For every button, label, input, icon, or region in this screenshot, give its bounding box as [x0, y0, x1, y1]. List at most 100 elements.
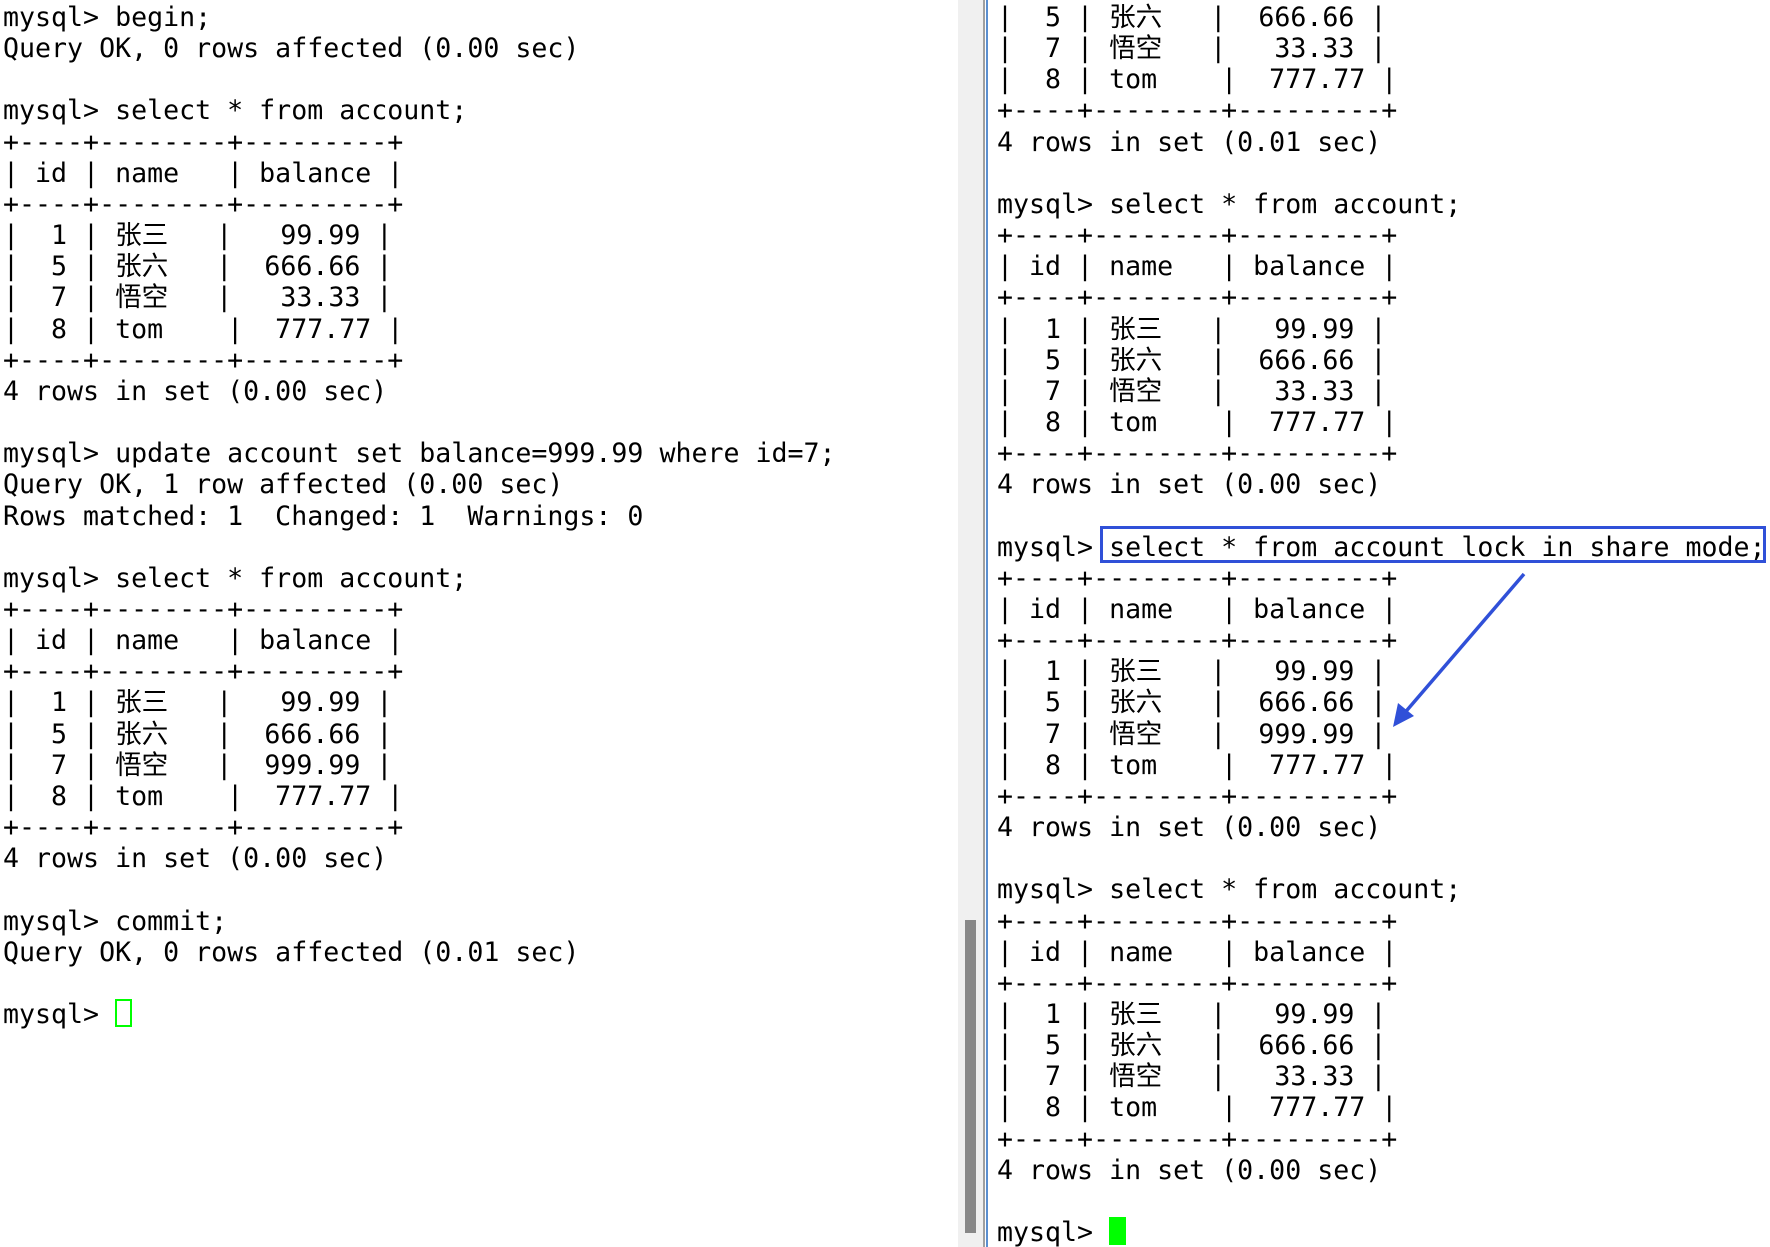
terminal-line-text: 4 rows in set (0.01 sec) — [997, 126, 1382, 158]
terminal-line: | id | name | balance | — [3, 625, 836, 656]
terminal-line-text: mysql> select * from account; — [3, 95, 468, 127]
terminal-line-text: | 1 | 张三 | 99.99 | — [997, 656, 1387, 688]
terminal-line-text: +----+--------+---------+ — [3, 593, 404, 625]
terminal-line: Rows matched: 1 Changed: 1 Warnings: 0 — [3, 501, 836, 532]
terminal-line-text: Rows matched: 1 Changed: 1 Warnings: 0 — [3, 500, 644, 532]
terminal-line: | 1 | 张三 | 99.99 | — [3, 220, 836, 251]
terminal-pane-left[interactable]: mysql> begin; Query OK, 0 rows affected (… — [0, 0, 958, 1247]
terminal-line-text: | 8 | tom | 777.77 | — [997, 1092, 1398, 1124]
terminal-line: | 7 | 悟空 | 999.99 | — [997, 719, 1766, 750]
terminal-line: +----+--------+---------+ — [3, 345, 836, 376]
terminal-line: Query OK, 0 rows affected (0.00 sec) — [3, 33, 836, 64]
terminal-line: Query OK, 1 row affected (0.00 sec) — [3, 469, 836, 500]
terminal-line: mysql> select * from account; — [997, 874, 1766, 905]
terminal-line: +----+--------+---------+ — [997, 781, 1766, 812]
terminal-line-text: 4 rows in set (0.00 sec) — [997, 812, 1382, 844]
terminal-line: +----+--------+---------+ — [997, 563, 1766, 594]
terminal-pane-right[interactable]: | 5 | 张六 | 666.66 | | 7 | 悟空 | 33.33 | | 8… — [988, 0, 1770, 1247]
terminal-line: +----+--------+---------+ — [3, 127, 836, 158]
terminal-line-text: | 1 | 张三 | 99.99 | — [3, 220, 393, 252]
terminal-line-text: mysql> select * from account; — [997, 874, 1462, 906]
terminal-line-text: mysql> select * from account; — [3, 562, 468, 594]
terminal-line-text: +----+--------+---------+ — [3, 656, 404, 688]
terminal-line: +----+--------+---------+ — [3, 594, 836, 625]
terminal-line: | 7 | 悟空 | 999.99 | — [3, 750, 836, 781]
terminal-line-text: | 8 | tom | 777.77 | — [997, 64, 1398, 96]
pane-divider[interactable] — [983, 0, 985, 1247]
terminal-line: 4 rows in set (0.00 sec) — [3, 376, 836, 407]
terminal-line-text: +----+--------+---------+ — [997, 282, 1398, 314]
terminal-line: | 1 | 张三 | 99.99 | — [997, 656, 1766, 687]
terminal-line: | 7 | 悟空 | 33.33 | — [997, 376, 1766, 407]
terminal-line: | 7 | 悟空 | 33.33 | — [997, 1061, 1766, 1092]
terminal-line: 4 rows in set (0.00 sec) — [997, 469, 1766, 500]
terminal-line: | 1 | 张三 | 99.99 | — [997, 999, 1766, 1030]
terminal-line: | id | name | balance | — [3, 158, 836, 189]
terminal-line: | 7 | 悟空 | 33.33 | — [997, 33, 1766, 64]
terminal-line: 4 rows in set (0.00 sec) — [997, 812, 1766, 843]
terminal-line-text: +----+--------+---------+ — [3, 126, 404, 158]
terminal-line: | 8 | tom | 777.77 | — [997, 407, 1766, 438]
cursor — [115, 999, 132, 1027]
terminal-line-text: 4 rows in set (0.00 sec) — [3, 843, 388, 875]
terminal-line-text: | 7 | 悟空 | 33.33 | — [997, 33, 1387, 65]
terminal-line: 4 rows in set (0.00 sec) — [3, 843, 836, 874]
scrollbar-thumb[interactable] — [965, 920, 976, 1233]
scrollbar[interactable] — [958, 0, 983, 1247]
terminal-line: mysql> select * from account; — [997, 189, 1766, 220]
terminal-line-text: +----+--------+---------+ — [997, 905, 1398, 937]
terminal-line: 4 rows in set (0.01 sec) — [997, 127, 1766, 158]
terminal-line-text: | 7 | 悟空 | 999.99 | — [997, 718, 1387, 750]
terminal-line: +----+--------+---------+ — [997, 282, 1766, 313]
terminal-line-text: Query OK, 0 rows affected (0.00 sec) — [3, 33, 580, 65]
terminal-line: +----+--------+---------+ — [997, 906, 1766, 937]
terminal-line: +----+--------+---------+ — [997, 438, 1766, 469]
terminal-line-text: | 1 | 张三 | 99.99 | — [997, 999, 1387, 1030]
terminal-line-text: | id | name | balance | — [3, 625, 404, 657]
terminal-line-text: +----+--------+---------+ — [997, 95, 1398, 127]
terminal-line-text: | 8 | tom | 777.77 | — [997, 749, 1398, 781]
terminal-line-text: +----+--------+---------+ — [3, 812, 404, 844]
terminal-line-text: | 5 | 张六 | 666.66 | — [3, 718, 393, 750]
terminal-line-text: Query OK, 0 rows affected (0.01 sec) — [3, 936, 580, 968]
terminal-line-text: | 7 | 悟空 | 33.33 | — [997, 375, 1387, 407]
terminal-line-text: | 8 | tom | 777.77 | — [3, 313, 404, 345]
command-highlight-box — [1100, 526, 1766, 563]
terminal-line: | 1 | 张三 | 99.99 | — [997, 314, 1766, 345]
terminal-line-text: | 1 | 张三 | 99.99 | — [997, 313, 1387, 345]
terminal-line: | 8 | tom | 777.77 | — [997, 1092, 1766, 1123]
terminal-line: mysql> — [997, 1217, 1766, 1247]
terminal-line-text: mysql> update account set balance=999.99… — [3, 438, 836, 470]
terminal-line-text: +----+--------+---------+ — [997, 220, 1398, 252]
terminal-line: Query OK, 0 rows affected (0.01 sec) — [3, 937, 836, 968]
terminal-line-text: +----+--------+---------+ — [997, 780, 1398, 812]
terminal-line-text: +----+--------+---------+ — [997, 438, 1398, 470]
terminal-line-text: mysql> begin; — [3, 2, 212, 33]
terminal-line-text: | id | name | balance | — [3, 157, 404, 189]
terminal-line: | 5 | 张六 | 666.66 | — [3, 251, 836, 282]
terminal-line: +----+--------+---------+ — [3, 189, 836, 220]
terminal-line-text: | 5 | 张六 | 666.66 | — [997, 1030, 1387, 1062]
terminal-line: mysql> begin; — [3, 2, 836, 33]
terminal-line: | 5 | 张六 | 666.66 | — [997, 687, 1766, 718]
terminal-line-text: +----+--------+---------+ — [997, 625, 1398, 657]
terminal-line-text: mysql> — [3, 999, 116, 1030]
terminal-line-text: +----+--------+---------+ — [997, 562, 1398, 594]
terminal-line: | id | name | balance | — [997, 937, 1766, 968]
terminal-line-text: | 8 | tom | 777.77 | — [3, 780, 404, 812]
terminal-line-text: 4 rows in set (0.00 sec) — [3, 375, 388, 407]
terminal-line-text: mysql> select * from account; — [997, 188, 1462, 220]
terminal-line: +----+--------+---------+ — [3, 812, 836, 843]
terminal-line: +----+--------+---------+ — [997, 625, 1766, 656]
cursor — [1109, 1217, 1126, 1246]
terminal-line-text: +----+--------+---------+ — [3, 344, 404, 376]
terminal-line-text: | 5 | 张六 | 666.66 | — [997, 344, 1387, 376]
terminal-line: +----+--------+---------+ — [997, 968, 1766, 999]
terminal-line-text: +----+--------+---------+ — [997, 1123, 1398, 1155]
